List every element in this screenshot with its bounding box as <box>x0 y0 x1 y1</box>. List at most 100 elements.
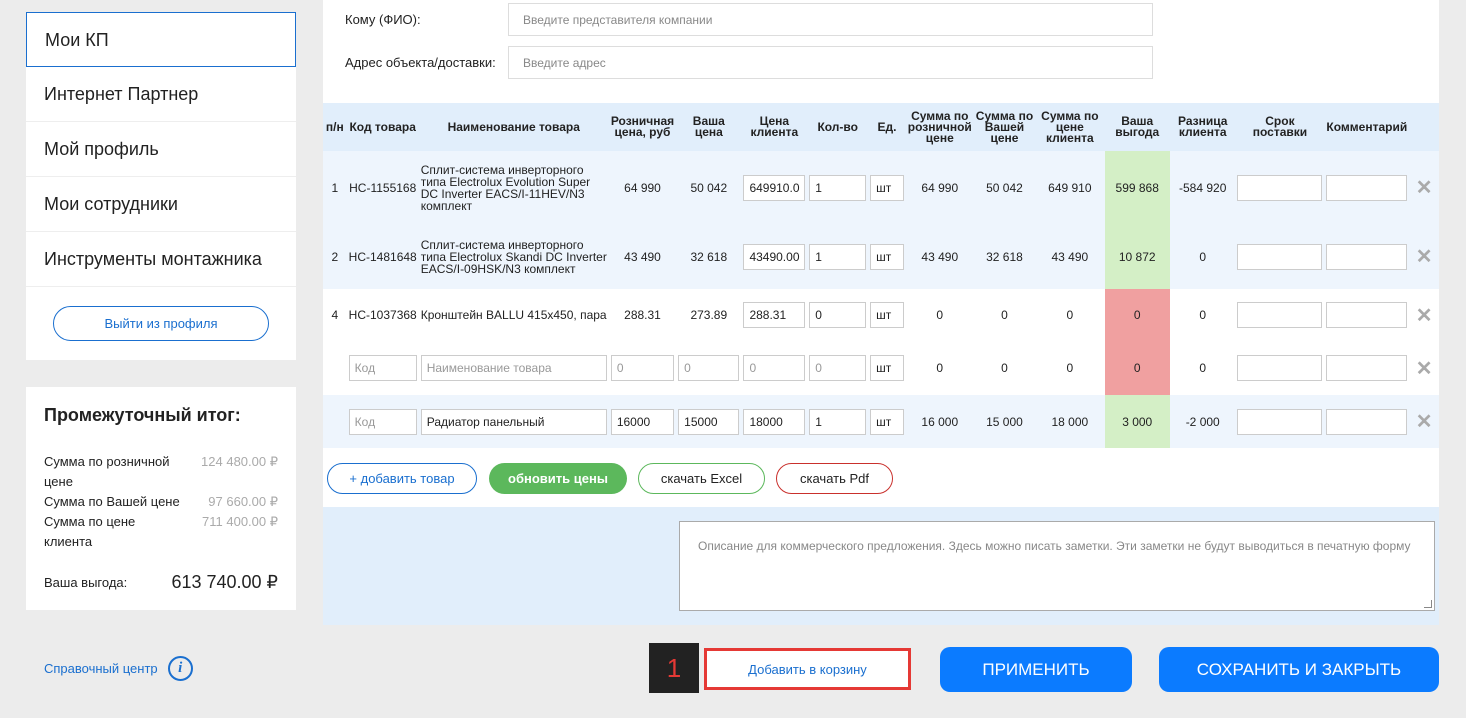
client-price-input[interactable]: 0 <box>743 355 806 381</box>
comment-cell <box>1324 341 1410 395</box>
item-code-input[interactable]: Код <box>348 355 417 381</box>
client-difference: 0 <box>1169 341 1236 395</box>
add-item-button[interactable]: + добавить товар <box>327 463 477 494</box>
comment-input[interactable] <box>1326 355 1408 381</box>
sum-your: 15 000 <box>973 395 1036 448</box>
delete-row-icon[interactable]: ✕ <box>1416 305 1433 327</box>
unit-cell: шт <box>868 341 906 395</box>
comment-input[interactable] <box>1326 174 1408 201</box>
retail-price-input[interactable]: 0 <box>610 355 675 381</box>
comment-input[interactable] <box>1326 302 1408 328</box>
delivery-input[interactable] <box>1237 174 1323 201</box>
row-number: 1 <box>323 151 347 224</box>
menu-item-internet-partner[interactable]: Интернет Партнер <box>26 67 296 122</box>
item-name-cell: Наименование товара <box>418 341 609 395</box>
delivery-input[interactable] <box>1237 243 1323 270</box>
row-number: 2 <box>323 224 347 289</box>
menu-item-my-employees[interactable]: Мои сотрудники <box>26 177 296 232</box>
subtotal-retail-value: 124 480.00 ₽ <box>201 454 278 469</box>
menu-item-my-profile[interactable]: Мой профиль <box>26 122 296 177</box>
menu-item-installer-tools[interactable]: Инструменты монтажника <box>26 232 296 287</box>
unit-select[interactable]: шт <box>870 355 904 381</box>
item-name-input[interactable]: Радиатор панельный <box>420 408 607 435</box>
row-number-empty <box>323 395 347 448</box>
add-to-cart-button[interactable]: Добавить в корзину <box>704 648 911 690</box>
resize-handle-icon[interactable] <box>1424 600 1432 608</box>
client-price-input[interactable]: 18000 <box>743 408 806 435</box>
description-textarea[interactable]: Описание для коммерческого предложения. … <box>679 521 1435 611</box>
subtotal-your-row: Сумма по Вашей цене 97 660.00 ₽ <box>44 492 278 512</box>
item-name-link[interactable]: Кронштейн BALLU 415x450, пара <box>418 289 609 341</box>
qty-input[interactable]: 1 <box>809 243 867 270</box>
qty-cell: 0 <box>807 341 869 395</box>
unit-select[interactable]: шт <box>870 243 904 270</box>
delete-row-icon[interactable]: ✕ <box>1416 358 1433 380</box>
recipient-input[interactable]: Введите представителя компании <box>508 3 1153 36</box>
retail-price-input[interactable]: 16000 <box>610 408 675 435</box>
info-icon[interactable]: i <box>167 656 193 681</box>
item-name-input[interactable]: Наименование товара <box>420 355 607 381</box>
address-label: Адрес объекта/доставки: <box>345 55 496 70</box>
client-price-input[interactable]: 649910.0 <box>743 174 806 201</box>
col-header: Код товара <box>346 103 419 151</box>
your-price-input[interactable]: 15000 <box>678 408 740 435</box>
unit-select[interactable]: шт <box>870 302 904 328</box>
delivery-input[interactable] <box>1237 408 1323 435</box>
qty-input[interactable]: 1 <box>809 174 867 201</box>
delivery-input[interactable] <box>1237 302 1323 328</box>
retail-price: 288.31 <box>608 289 677 341</box>
retail-price-cell: 16000 <box>608 395 677 448</box>
client-difference: 0 <box>1169 289 1236 341</box>
qty-input[interactable]: 0 <box>809 302 867 328</box>
client-price-cell: 18000 <box>741 395 808 448</box>
table-row: Код Радиатор панельный 16000 15000 18000… <box>323 395 1439 448</box>
help-center-link[interactable]: Справочный центр i <box>44 656 193 681</box>
delete-row-icon[interactable]: ✕ <box>1416 246 1433 268</box>
col-header: Разница клиента <box>1169 103 1236 151</box>
comment-input[interactable] <box>1326 408 1408 435</box>
step-badge: 1 <box>649 643 699 693</box>
menu-item-my-kp[interactable]: Мои КП <box>26 12 296 67</box>
download-excel-button[interactable]: скачать Excel <box>638 463 765 494</box>
unit-select[interactable]: шт <box>870 408 904 435</box>
unit-select[interactable]: шт <box>870 174 904 201</box>
table-row: Код Наименование товара 0 0 0 0 шт 0 0 0… <box>323 341 1439 395</box>
address-input[interactable]: Введите адрес <box>508 46 1153 79</box>
subtotal-retail-label: Сумма по розничной цене <box>44 454 170 489</box>
logout-button[interactable]: Выйти из профиля <box>53 306 269 341</box>
download-pdf-button[interactable]: скачать Pdf <box>776 463 893 494</box>
qty-input[interactable]: 1 <box>809 408 867 435</box>
comment-input[interactable] <box>1326 243 1408 270</box>
row-number: 4 <box>323 289 347 341</box>
col-header: Ваша выгода <box>1104 103 1170 151</box>
comment-cell <box>1324 395 1410 448</box>
item-name-link[interactable]: Сплит-система инверторного типа Electrol… <box>418 224 609 289</box>
your-price: 273.89 <box>676 289 742 341</box>
item-name-link[interactable]: Сплит-система инверторного типа Electrol… <box>418 151 609 224</box>
your-price-input[interactable]: 0 <box>678 355 740 381</box>
apply-button[interactable]: ПРИМЕНИТЬ <box>940 647 1132 692</box>
sum-client: 43 490 <box>1035 224 1105 289</box>
help-center-label[interactable]: Справочный центр <box>44 661 158 676</box>
col-header: Кол-во <box>807 103 869 151</box>
client-difference: 0 <box>1169 224 1236 289</box>
sum-your: 50 042 <box>973 151 1036 224</box>
delete-row-icon[interactable]: ✕ <box>1416 411 1433 433</box>
your-price-cell: 15000 <box>676 395 742 448</box>
delete-cell: ✕ <box>1409 289 1439 341</box>
delete-row-icon[interactable]: ✕ <box>1416 177 1433 199</box>
item-code-input[interactable]: Код <box>348 408 417 435</box>
sum-client: 0 <box>1035 341 1105 395</box>
delivery-input[interactable] <box>1237 355 1323 381</box>
recipient-label: Кому (ФИО): <box>345 12 421 27</box>
qty-input[interactable]: 0 <box>809 355 867 381</box>
update-prices-button[interactable]: обновить цены <box>489 463 627 494</box>
qty-cell: 1 <box>807 151 869 224</box>
client-price-input[interactable]: 288.31 <box>743 302 806 328</box>
qty-cell: 1 <box>807 224 869 289</box>
item-code: НС-1037368 <box>346 289 419 341</box>
benefit-value: 3 000 <box>1104 395 1170 448</box>
client-price-input[interactable]: 43490.00 <box>743 243 806 270</box>
save-and-close-button[interactable]: СОХРАНИТЬ И ЗАКРЫТЬ <box>1159 647 1439 692</box>
sum-client: 0 <box>1035 289 1105 341</box>
